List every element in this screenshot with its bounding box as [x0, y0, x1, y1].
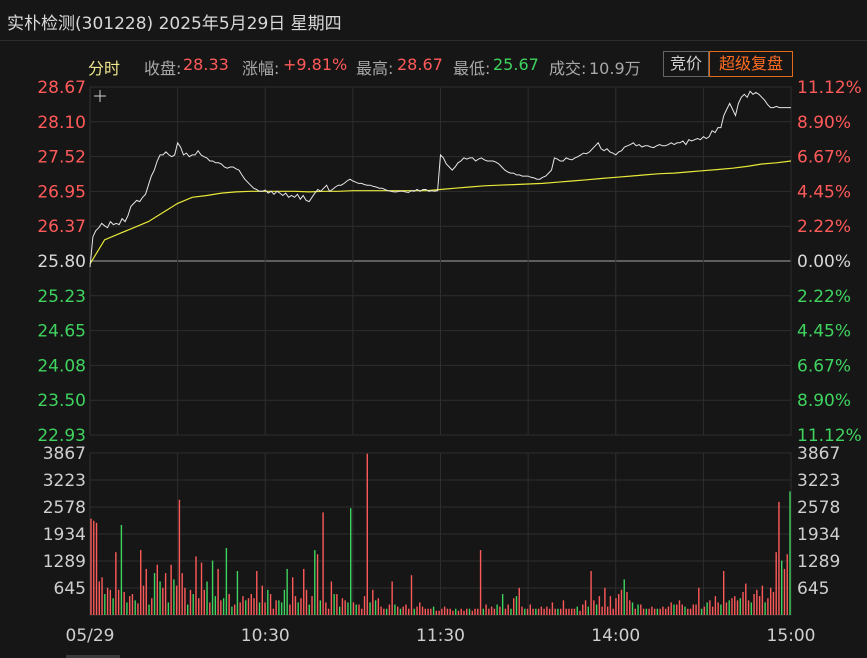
percent-tick-label: 6.67% [797, 148, 851, 168]
percent-tick-label: 4.45% [797, 322, 851, 342]
timeshare-chart: 28.67 11.12% 28.10 8.90% 27.52 6.67% 26.95 4.45… [37, 78, 862, 658]
volume-tick-label: 3867 [43, 444, 86, 464]
volume-tick-label: 1289 [797, 552, 840, 572]
volume-tick-label: 3867 [797, 444, 840, 464]
price-tick-label: 26.37 [37, 217, 86, 237]
volume-tick-label: 645 [797, 579, 829, 599]
chart-grid [89, 86, 792, 616]
price-tick-label: 28.10 [37, 113, 86, 133]
percent-tick-label: 0.00% [797, 252, 851, 272]
volume-tick-label: 1289 [43, 552, 86, 572]
volume-tick-label: 3223 [43, 471, 86, 491]
price-tick-label: 25.80 [37, 252, 86, 272]
percent-tick-label: 8.90% [797, 113, 851, 133]
price-tick-label: 25.23 [37, 287, 86, 307]
price-tick-label: 22.93 [37, 426, 86, 446]
volume-tick-label: 1934 [797, 525, 840, 545]
price-tick-label: 24.65 [37, 322, 86, 342]
price-tick-label: 28.67 [37, 78, 86, 98]
volume-tick-label: 645 [54, 579, 86, 599]
time-tick-label: 14:00 [591, 626, 640, 646]
percent-tick-label: 4.45% [797, 182, 851, 202]
volume-tick-label: 2578 [797, 498, 840, 518]
percent-tick-label: 11.12% [797, 78, 862, 98]
time-tick-label: 05/29 [66, 626, 115, 646]
percent-tick-label: 8.90% [797, 391, 851, 411]
time-tick-label: 10:30 [241, 626, 290, 646]
percent-tick-label: 2.22% [797, 217, 851, 237]
crosshair-plus-icon[interactable] [94, 90, 106, 102]
volume-tick-label: 2578 [43, 498, 86, 518]
time-tick-label: 11:30 [416, 626, 465, 646]
price-tick-label: 23.50 [37, 391, 86, 411]
volume-tick-label: 3223 [797, 471, 840, 491]
percent-tick-label: 2.22% [797, 287, 851, 307]
price-tick-label: 27.52 [37, 148, 86, 168]
percent-tick-label: 6.67% [797, 356, 851, 376]
time-tick-label: 15:00 [767, 626, 816, 646]
price-tick-label: 26.95 [37, 182, 86, 202]
percent-tick-label: 11.12% [797, 426, 862, 446]
price-tick-label: 24.08 [37, 356, 86, 376]
volume-tick-label: 1934 [43, 525, 86, 545]
